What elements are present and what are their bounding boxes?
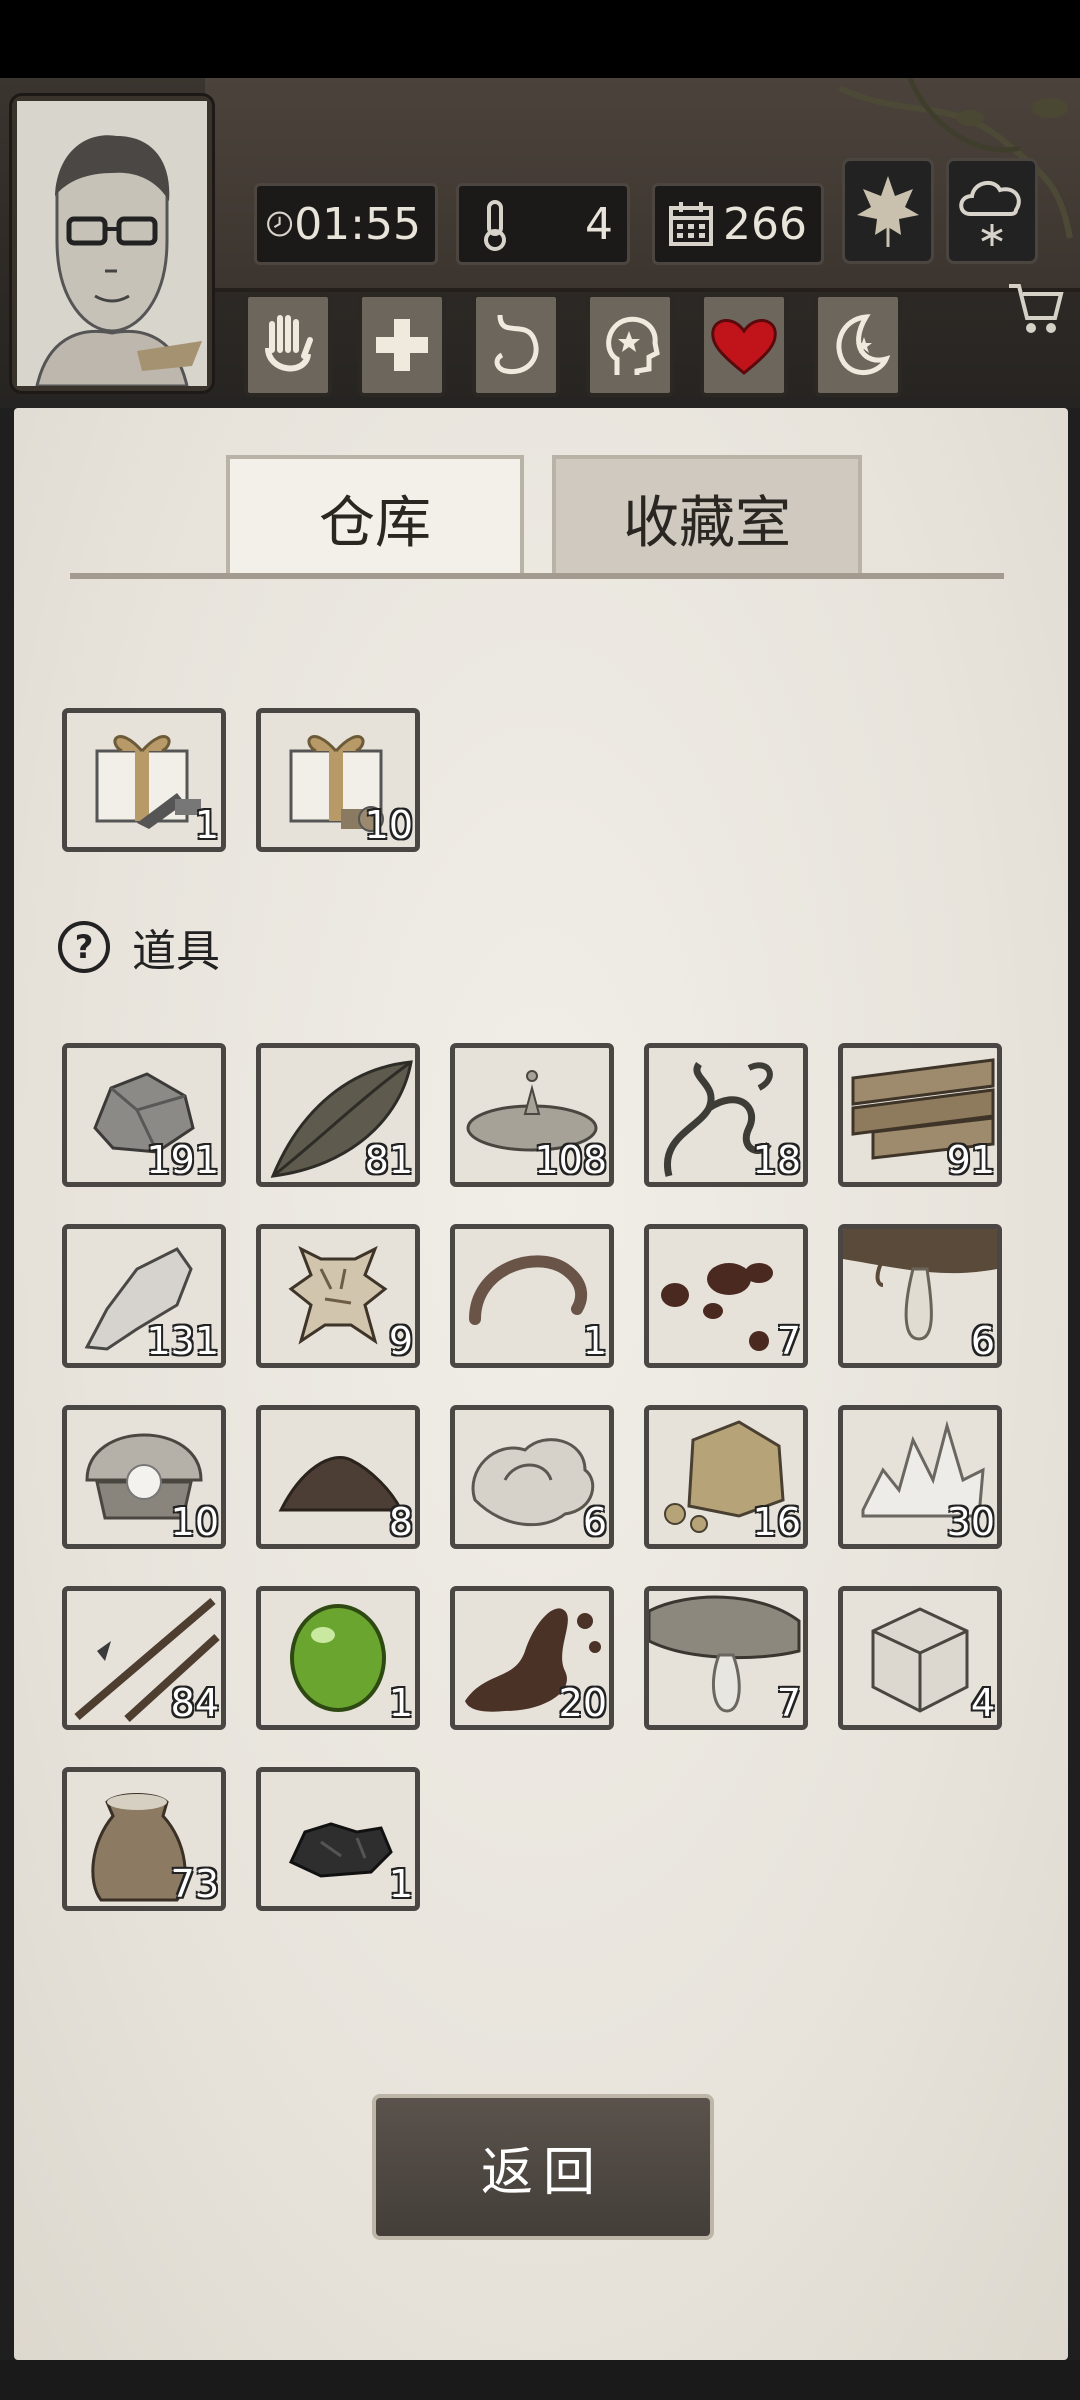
season-indicator[interactable] [842, 158, 934, 264]
item-slot-mud[interactable]: 20 [450, 1586, 614, 1730]
item-count: 7 [776, 1319, 801, 1363]
item-slot-pearl[interactable]: 10 [62, 1405, 226, 1549]
item-count: 73 [170, 1862, 219, 1906]
item-count: 8 [388, 1500, 413, 1544]
clock-icon [267, 211, 293, 237]
character-portrait[interactable] [12, 96, 212, 391]
tool-hunger-button[interactable] [472, 293, 560, 397]
item-slot-fish-oil[interactable]: 7 [644, 1586, 808, 1730]
weather-indicator[interactable] [946, 158, 1038, 264]
item-slot-coal[interactable]: 1 [256, 1767, 420, 1911]
medical-cross-icon [376, 319, 428, 371]
item-slot-salt[interactable]: 30 [838, 1405, 1002, 1549]
item-count: 131 [146, 1319, 219, 1363]
tool-health-button[interactable] [358, 293, 446, 397]
tool-hand-button[interactable] [244, 293, 332, 397]
item-slot-dirt[interactable]: 8 [256, 1405, 420, 1549]
item-count: 10 [170, 1500, 219, 1544]
item-slot-blood[interactable]: 7 [644, 1224, 808, 1368]
item-slot-hide[interactable]: 9 [256, 1224, 420, 1368]
gift-slot-wood[interactable]: 10 [256, 708, 420, 852]
item-slot-worm[interactable]: 1 [450, 1224, 614, 1368]
item-count: 6 [970, 1319, 995, 1363]
item-slot-clay[interactable]: 16 [644, 1405, 808, 1549]
help-icon[interactable]: ? [58, 921, 110, 973]
item-slot-stone[interactable]: 191 [62, 1043, 226, 1187]
items-section-header: ? 道具 [58, 915, 220, 979]
temperature-value: 4 [585, 198, 613, 250]
day-counter: 266 [652, 183, 824, 265]
thermometer-icon [484, 200, 506, 251]
item-count: 1 [388, 1862, 413, 1906]
calendar-icon [669, 202, 713, 246]
mind-icon [606, 316, 660, 375]
item-count: 30 [946, 1500, 995, 1544]
heart-icon [711, 319, 777, 375]
gift-slot-tools[interactable]: 1 [62, 708, 226, 852]
item-slot-spear[interactable]: 84 [62, 1586, 226, 1730]
item-count: 1 [582, 1319, 607, 1363]
section-title: 道具 [132, 926, 220, 977]
item-slot-grain[interactable]: 73 [62, 1767, 226, 1911]
shop-cart-icon[interactable] [1005, 278, 1065, 338]
item-slot-flint[interactable]: 131 [62, 1224, 226, 1368]
item-count: 20 [558, 1681, 607, 1725]
item-count: 1 [388, 1681, 413, 1725]
item-count: 84 [170, 1681, 219, 1725]
item-count: 6 [582, 1500, 607, 1544]
item-count: 4 [970, 1681, 995, 1725]
item-slot-gem[interactable]: 1 [256, 1586, 420, 1730]
item-slot-sap[interactable]: 6 [838, 1224, 1002, 1368]
gift-count: 1 [194, 803, 219, 847]
item-slot-leaf[interactable]: 81 [256, 1043, 420, 1187]
time-value: 01:55 [294, 198, 421, 250]
item-slot-wool[interactable]: 6 [450, 1405, 614, 1549]
temperature-display: 4 [456, 183, 630, 265]
item-count: 191 [146, 1138, 219, 1182]
stomach-icon [494, 314, 539, 375]
item-count: 91 [946, 1138, 995, 1182]
item-slot-water[interactable]: 108 [450, 1043, 614, 1187]
tool-mind-button[interactable] [586, 293, 674, 397]
item-count: 9 [388, 1319, 413, 1363]
tool-sleep-button[interactable] [814, 293, 902, 397]
back-button[interactable]: 返回 [372, 2094, 714, 2240]
item-count: 16 [752, 1500, 801, 1544]
tool-health-heart-button[interactable] [700, 293, 788, 397]
snow-cloud-icon [959, 180, 1021, 246]
time-display: 01:55 [254, 183, 438, 265]
day-value: 266 [723, 198, 807, 250]
item-count: 81 [364, 1138, 413, 1182]
moon-star-icon [836, 314, 890, 375]
bottom-border [0, 2360, 1080, 2400]
hand-icon [265, 315, 313, 372]
tab-divider [70, 573, 1004, 579]
status-bar [0, 0, 1080, 78]
item-count: 108 [534, 1138, 607, 1182]
tab-collection[interactable]: 收藏室 [552, 455, 862, 577]
maple-leaf-icon [857, 176, 919, 247]
item-count: 7 [776, 1681, 801, 1725]
tab-warehouse[interactable]: 仓库 [226, 455, 524, 577]
item-count: 18 [752, 1138, 801, 1182]
inventory-panel [14, 408, 1068, 2360]
gift-count: 10 [364, 803, 413, 847]
character-face-icon [17, 101, 207, 388]
item-slot-wood[interactable]: 91 [838, 1043, 1002, 1187]
item-slot-vine[interactable]: 18 [644, 1043, 808, 1187]
item-slot-cube[interactable]: 4 [838, 1586, 1002, 1730]
